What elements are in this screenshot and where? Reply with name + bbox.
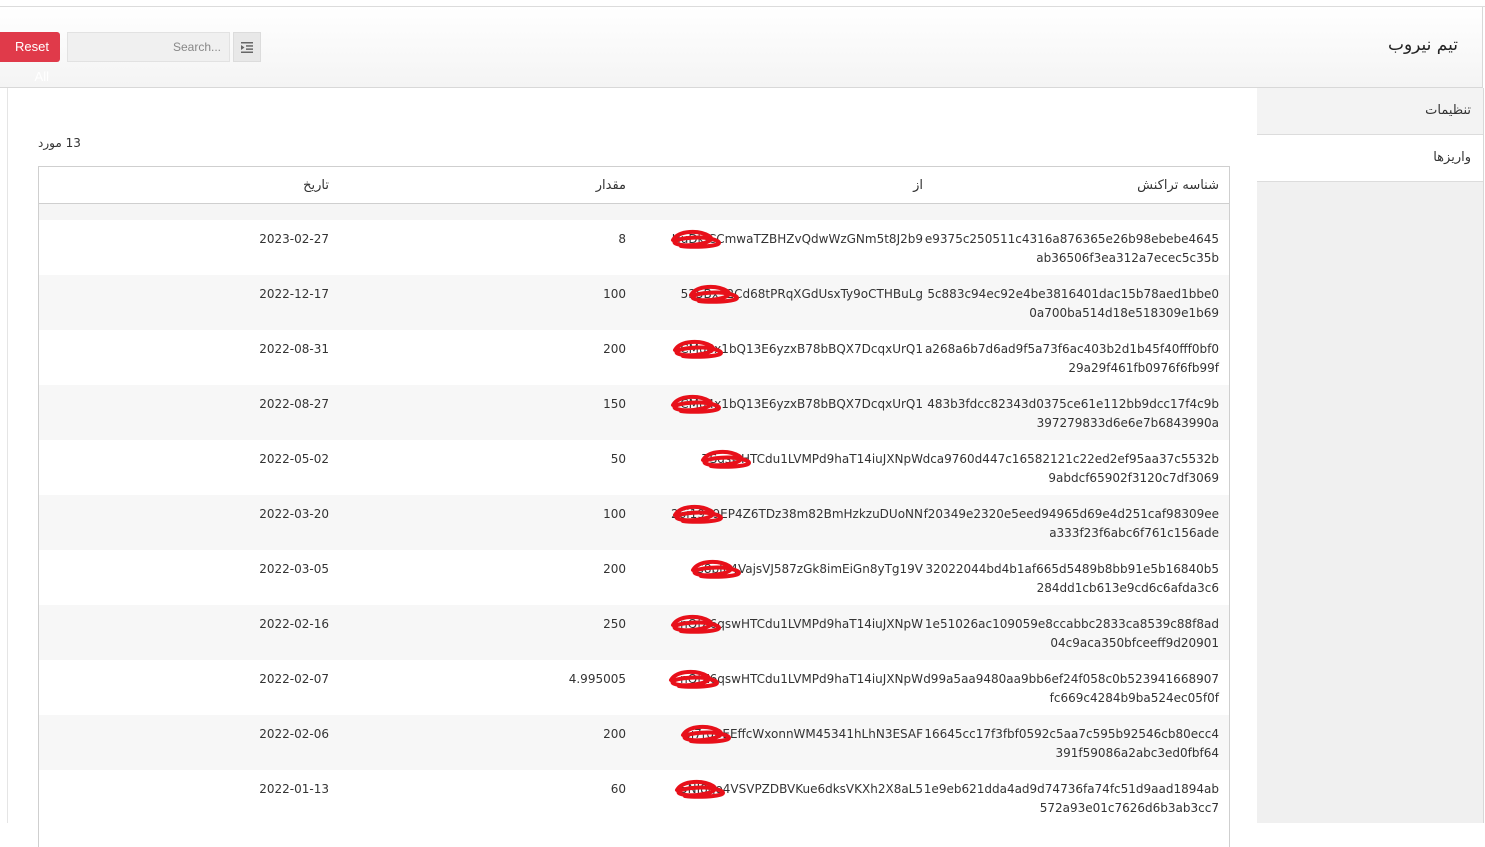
reset-all-button[interactable]: Reset All	[0, 32, 60, 84]
amount-cell: 200	[603, 342, 626, 356]
transaction-id-line: d99a5aa9480aa9bb6ef24f058c0b523941668907	[923, 672, 1219, 686]
transaction-id-line: 04c9aca350bfceeff9d20901	[1050, 636, 1219, 650]
transaction-id-line: 483b3fdcc82343d0375ce61e112bb9dcc17f4c9b	[927, 397, 1219, 411]
transaction-id-cell: a268a6b7d6ad9f5a73f6ac403b2d1b45f40fff0b…	[919, 340, 1219, 378]
transaction-id-line: 1e9eb621dda4ad9d74736fa74fc51d9aad1894ab	[923, 782, 1219, 796]
date-cell: 2023-02-27	[259, 232, 329, 246]
table-row[interactable]: 483b3fdcc82343d0375ce61e112bb9dcc17f4c9b…	[39, 385, 1229, 440]
table-spacer	[39, 204, 1229, 220]
amount-cell: 200	[603, 727, 626, 741]
app-title: تیم نیروب	[1387, 35, 1458, 55]
transaction-id-line: 9abdcf65902f3120c7df3069	[1048, 471, 1219, 485]
sidebar: تنظیمات واریزها	[1257, 88, 1484, 823]
from-address-cell: nQfZ6qswHTCdu1LVMPd9haT14iuJXNpW	[680, 617, 923, 631]
from-address-cell: CMu4x1bQ13E6yzxB78bBQX7DcqxUrQ1	[680, 397, 923, 411]
indent-list-icon	[241, 38, 253, 57]
transaction-id-line: 16645cc17f3fbf0592c5aa7c595b92546cb80ecc…	[924, 727, 1219, 741]
transaction-id-line: a268a6b7d6ad9f5a73f6ac403b2d1b45f40fff0b…	[924, 342, 1219, 356]
from-address-cell: TSqswHTCdu1LVMPd9haT14iuJXNpW	[702, 452, 923, 466]
transaction-id-line: 572a93e01c7626d6b3ab3cc7	[1039, 801, 1219, 815]
transaction-id-line: fc669c4284b9ba524ec05f0f	[1049, 691, 1219, 705]
table-row[interactable]: 16645cc17f3fbf0592c5aa7c595b92546cb80ecc…	[39, 715, 1229, 770]
column-header-from[interactable]: از	[913, 178, 923, 193]
from-address-cell: CMu4x1bQ13E6yzxB78bBQX7DcqxUrQ1	[680, 342, 923, 356]
sidebar-item-label: واریزها	[1433, 150, 1471, 165]
transactions-table: شناسه تراکنش از مقدار تاریخ e9375c250511…	[38, 166, 1230, 847]
amount-cell: 60	[610, 782, 626, 796]
transaction-id-line: 0a700ba514d18e518309e1b69	[1029, 306, 1219, 320]
from-address-cell: 535Bx32Cd68tPRqXGdUsxTy9oCTHBuLg	[680, 287, 923, 301]
amount-cell: 250	[603, 617, 626, 631]
amount-cell: 8	[618, 232, 626, 246]
transaction-id-cell: f20349e2320e5eed94965d69e4d251caf98309ee…	[919, 505, 1219, 543]
date-cell: 2022-05-02	[259, 452, 329, 466]
amount-cell: 4.995005	[568, 672, 626, 686]
amount-cell: 200	[603, 562, 626, 576]
sidebar-item-deposits[interactable]: واریزها	[1257, 135, 1483, 182]
table-row[interactable]: f20349e2320e5eed94965d69e4d251caf98309ee…	[39, 495, 1229, 550]
date-cell: 2022-03-05	[259, 562, 329, 576]
transaction-id-cell: 32022044bd4b1af665d5489b8bb91e5b16840b5 2…	[919, 560, 1219, 598]
amount-cell: 100	[603, 507, 626, 521]
table-header: شناسه تراکنش از مقدار تاریخ	[39, 167, 1229, 204]
column-header-date[interactable]: تاریخ	[303, 178, 329, 193]
amount-cell: 100	[603, 287, 626, 301]
date-cell: 2022-12-17	[259, 287, 329, 301]
transaction-id-line: a333f23f6abc6f761c156ade	[1049, 526, 1219, 540]
date-cell: 2022-01-13	[259, 782, 329, 796]
transaction-id-cell: 1e9eb621dda4ad9d74736fa74fc51d9aad1894ab…	[919, 780, 1219, 818]
table-row[interactable]: d99a5aa9480aa9bb6ef24f058c0b523941668907…	[39, 660, 1229, 715]
from-address-cell: G8pJh4VajsVJ587zGk8imEiGn8yTg19V	[694, 562, 923, 576]
table-row[interactable]: dca9760d447c16582121c22ed2ef95aa37c5532b…	[39, 440, 1229, 495]
transaction-id-cell: 1e51026ac109059e8ccabbc2833ca8539c88f8ad…	[919, 615, 1219, 653]
amount-cell: 50	[610, 452, 626, 466]
sidebar-toggle-button[interactable]	[233, 32, 261, 62]
column-header-transaction-id[interactable]: شناسه تراکنش	[1137, 178, 1219, 193]
table-row[interactable]: 1e9eb621dda4ad9d74736fa74fc51d9aad1894ab…	[39, 770, 1229, 825]
main-content: 13 مورد شناسه تراکنش از مقدار تاریخ e937…	[7, 88, 1257, 847]
transaction-id-line: 32022044bd4b1af665d5489b8bb91e5b16840b5	[925, 562, 1219, 576]
transaction-id-line: ab36506f3ea312a7ecec5c35b	[1036, 251, 1219, 265]
transaction-id-cell: d99a5aa9480aa9bb6ef24f058c0b523941668907…	[919, 670, 1219, 708]
sidebar-item-label: تنظیمات	[1425, 103, 1471, 118]
sidebar-item-settings[interactable]: تنظیمات	[1257, 88, 1483, 135]
column-header-amount[interactable]: مقدار	[596, 178, 626, 193]
top-border	[0, 0, 1485, 7]
from-address-cell: 6j7rgBEEffcWxonnWM45341hLhN3ESAF	[683, 727, 923, 741]
transaction-id-line: 391f59086a2abc3ed0fbf64	[1055, 746, 1219, 760]
from-address-cell: 26i1939EP4Z6TDz38m82BmHzkzuDUoNN	[671, 507, 923, 521]
transaction-id-line: 1e51026ac109059e8ccabbc2833ca8539c88f8ad	[924, 617, 1219, 631]
date-cell: 2022-08-31	[259, 342, 329, 356]
from-address-cell: nQfZ6qswHTCdu1LVMPd9haT14iuJXNpW	[680, 672, 923, 686]
date-cell: 2022-02-16	[259, 617, 329, 631]
transaction-id-line: e9375c250511c4316a876365e26b98ebebe4645	[924, 232, 1219, 246]
date-cell: 2022-03-20	[259, 507, 329, 521]
record-count: 13 مورد	[38, 136, 81, 150]
table-row[interactable]: 1e51026ac109059e8ccabbc2833ca8539c88f8ad…	[39, 605, 1229, 660]
table-row[interactable]: a268a6b7d6ad9f5a73f6ac403b2d1b45f40fff0b…	[39, 330, 1229, 385]
table-row[interactable]: 5c883c94ec92e4be3816401dac15b78aed1bbe0 0…	[39, 275, 1229, 330]
transaction-id-line: f20349e2320e5eed94965d69e4d251caf98309ee	[923, 507, 1219, 521]
transaction-id-cell: 16645cc17f3fbf0592c5aa7c595b92546cb80ecc…	[919, 725, 1219, 763]
transaction-id-cell: dca9760d447c16582121c22ed2ef95aa37c5532b…	[919, 450, 1219, 488]
transaction-id-line: 29a29f461fb0976f6fb99f	[1068, 361, 1219, 375]
amount-cell: 150	[603, 397, 626, 411]
from-address-cell: 5NJ8qo4VSVPZDBVKue6dksVKXh2X8aL5	[680, 782, 923, 796]
table-row[interactable]: 32022044bd4b1af665d5489b8bb91e5b16840b5 2…	[39, 550, 1229, 605]
transaction-id-line: 397279833d6e6e7b6843990a	[1036, 416, 1219, 430]
from-address-cell: HuDkiCCmwaTZBHZvQdwWzGNm5t8J2b9	[671, 232, 923, 246]
date-cell: 2022-02-07	[259, 672, 329, 686]
transaction-id-cell: 5c883c94ec92e4be3816401dac15b78aed1bbe0 0…	[919, 285, 1219, 323]
header-bar: تیم نیروب Reset All	[0, 7, 1483, 88]
table-row[interactable]: e9375c250511c4316a876365e26b98ebebe4645 a…	[39, 220, 1229, 275]
date-cell: 2022-08-27	[259, 397, 329, 411]
date-cell: 2022-02-06	[259, 727, 329, 741]
transaction-id-cell: e9375c250511c4316a876365e26b98ebebe4645 a…	[919, 230, 1219, 268]
transaction-id-cell: 483b3fdcc82343d0375ce61e112bb9dcc17f4c9b…	[919, 395, 1219, 433]
transaction-id-line: 284dd1cb613e9cd6c6afda3c6	[1036, 581, 1219, 595]
transaction-id-line: 5c883c94ec92e4be3816401dac15b78aed1bbe0	[927, 287, 1219, 301]
search-input[interactable]	[67, 32, 230, 62]
transaction-id-line: dca9760d447c16582121c22ed2ef95aa37c5532b	[922, 452, 1219, 466]
